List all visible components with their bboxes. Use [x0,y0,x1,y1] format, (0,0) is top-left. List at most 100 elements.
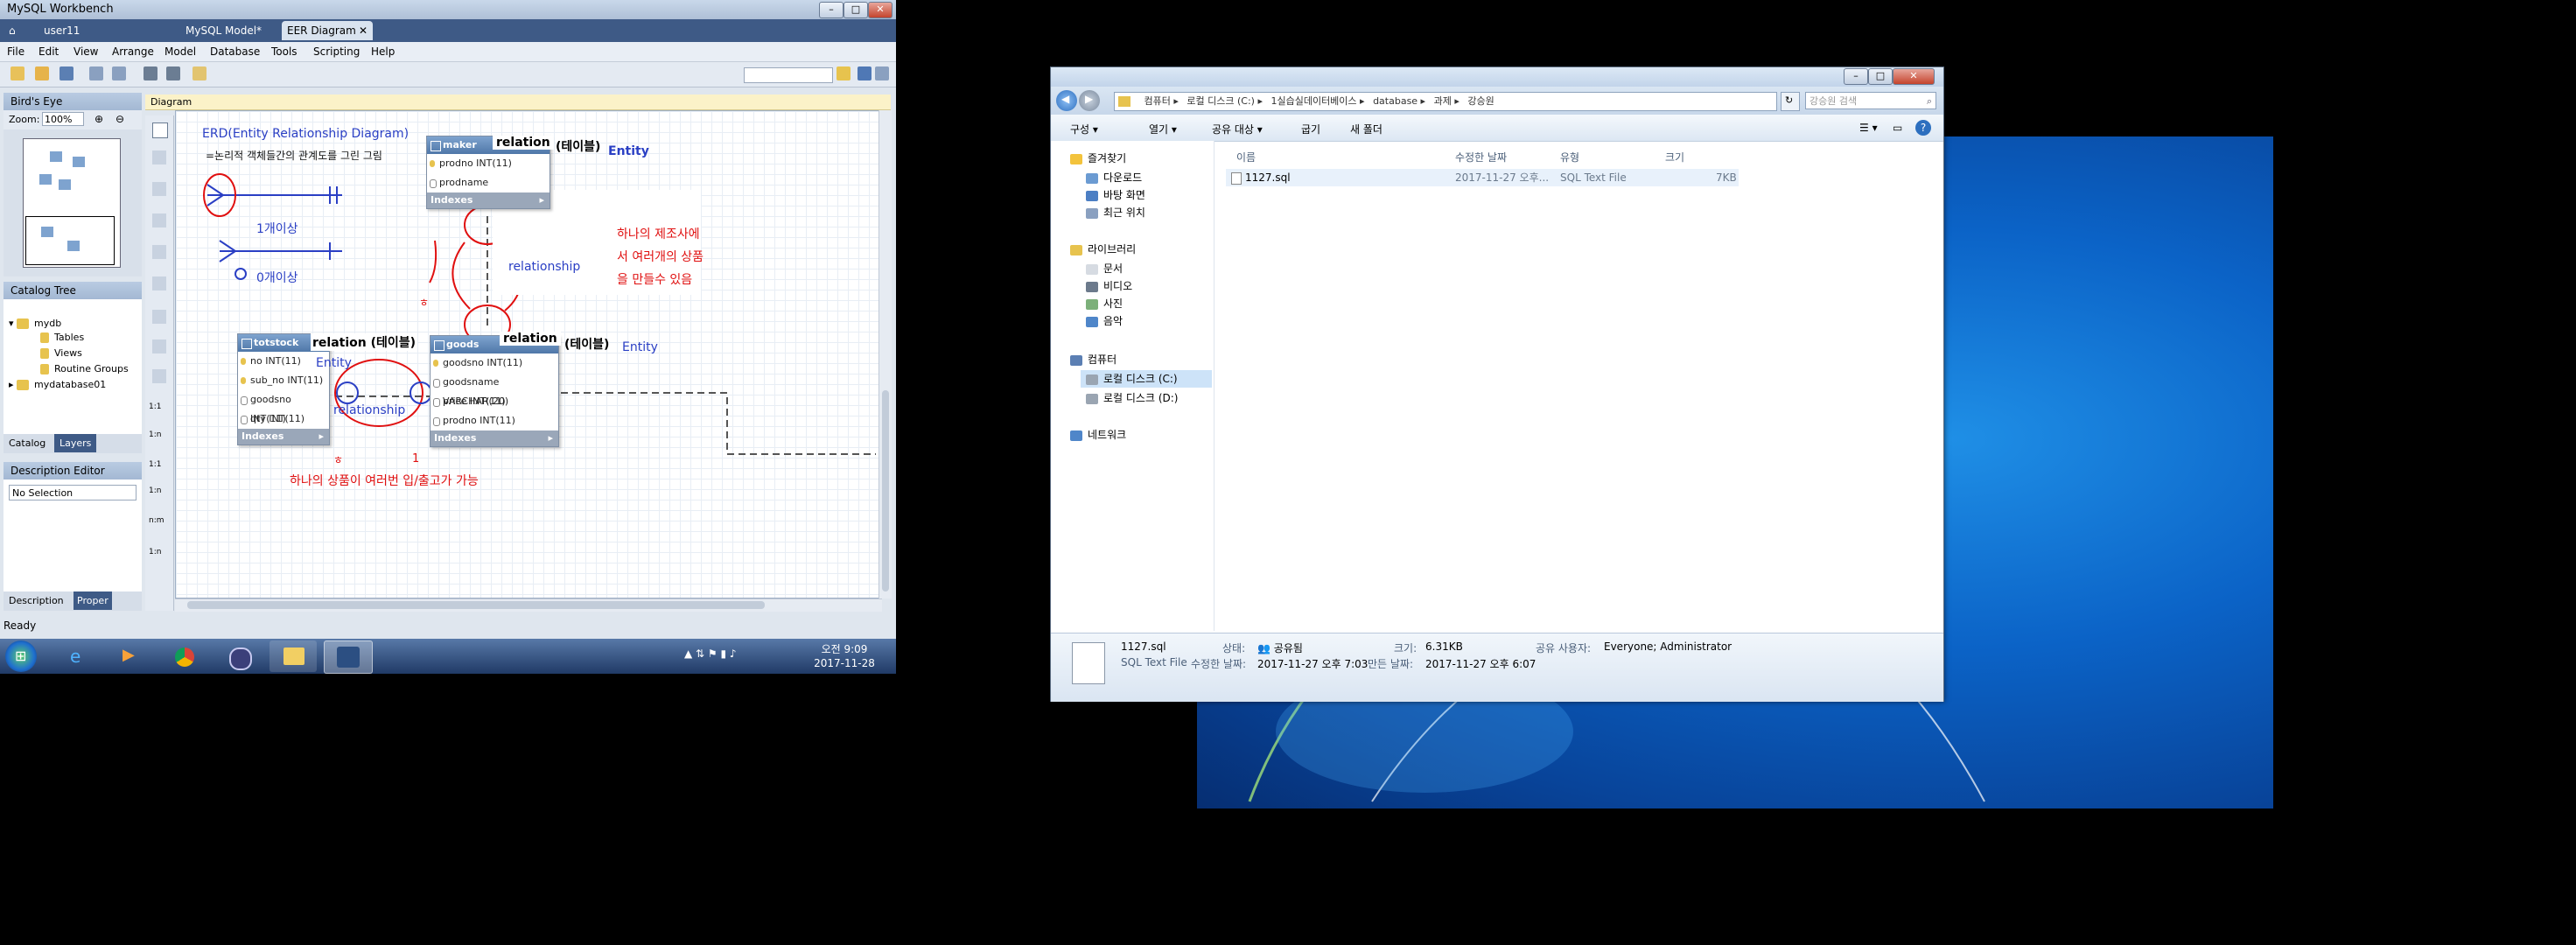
hand-tool-icon[interactable] [152,150,166,164]
breadcrumb-item[interactable]: 컴퓨터 [1144,95,1171,107]
open-button[interactable]: 열기 ▾ [1149,122,1177,136]
taskbar-explorer[interactable] [270,640,317,672]
minimize-button[interactable]: – [819,2,844,18]
export-icon[interactable] [192,66,206,80]
entity-goods[interactable]: goods goodsno INT(11) goodsname VARCHAR(… [430,335,559,447]
start-button[interactable]: ⊞ [5,640,37,672]
note-tool-icon[interactable] [152,245,166,259]
column-row[interactable]: prodno INT(11) [427,154,550,173]
scroll-thumb[interactable] [882,390,889,592]
menu-arrange[interactable]: Arrange [112,42,154,61]
nav-drive-c[interactable]: 로컬 디스크 (C:) [1081,370,1212,388]
breadcrumb-item[interactable]: 1실습실데이터베이스 [1270,95,1356,107]
tab-catalog[interactable]: Catalog [9,438,46,449]
relationship-n-m-tool[interactable]: n:m [149,516,164,525]
table-tool-icon[interactable] [152,310,166,324]
menu-help[interactable]: Help [371,42,395,61]
column-row[interactable]: price INT(11) [430,392,558,411]
viewport-rect[interactable] [25,216,115,265]
open-model-icon[interactable] [35,66,49,80]
refresh-button[interactable]: ↻ [1781,92,1800,111]
nav-network[interactable]: 네트워크 [1070,426,1126,444]
menu-file[interactable]: File [7,42,24,61]
preview-pane-icon[interactable]: ▭ [1893,122,1902,134]
new-folder-button[interactable]: 새 폴더 [1350,122,1382,136]
redo-icon[interactable] [112,66,126,80]
column-modified[interactable]: 수정한 날짜 [1455,150,1507,164]
new-model-icon[interactable] [10,66,24,80]
nav-desktop[interactable]: 바탕 화면 [1086,186,1145,204]
close-button[interactable]: ✕ [1893,68,1935,85]
clock[interactable]: 오전 9:09 2017-11-28 [805,642,884,670]
column-size[interactable]: 크기 [1665,150,1684,164]
search-input[interactable] [744,67,833,83]
scroll-thumb[interactable] [187,601,765,609]
tree-item-views[interactable]: Views [40,345,82,362]
align-grid-icon[interactable] [166,66,180,80]
tab-model[interactable]: MySQL Model* ✕ [180,21,273,56]
menu-scripting[interactable]: Scripting [313,42,360,61]
nav-favorites[interactable]: 즐겨찾기 [1070,150,1126,167]
taskbar-chrome[interactable] [161,640,208,672]
column-row[interactable]: qty INT(11) [238,410,329,429]
menu-tools[interactable]: Tools [271,42,298,61]
image-tool-icon[interactable] [152,276,166,290]
column-row[interactable]: prodno INT(11) [430,411,558,430]
tab-eer-diagram[interactable]: EER Diagram ✕ [282,21,373,40]
eraser-tool-icon[interactable] [152,182,166,196]
indexes-section[interactable]: Indexes ▸ [427,192,550,208]
nav-recent[interactable]: 최근 위치 [1086,204,1145,221]
share-with-button[interactable]: 공유 대상 ▾ [1212,122,1263,136]
layer-tool-icon[interactable] [152,214,166,228]
tab-connection[interactable]: user11 (mydatabase01) ✕ [38,21,170,56]
back-button[interactable]: ◀ [1056,90,1077,111]
object-select[interactable]: No Selection [9,485,136,500]
nav-pictures[interactable]: 사진 [1086,295,1123,312]
nav-videos[interactable]: 비디오 [1086,277,1132,295]
taskbar-workbench[interactable] [324,640,373,674]
tab-layers[interactable]: Layers [54,434,97,452]
nav-libraries[interactable]: 라이브러리 [1070,241,1136,258]
tab-properties[interactable]: Proper [74,592,112,610]
close-button[interactable]: ✕ [868,2,892,18]
diagram-canvas[interactable]: ERD(Entity Relationship Diagram) =논리적 객체… [175,110,882,598]
zoom-out-icon[interactable]: ⊖ [116,113,124,125]
search-input[interactable]: 강승원 검색 ⌕ [1805,92,1936,109]
zoom-in-icon[interactable]: ⊕ [94,113,103,125]
pointer-tool-icon[interactable] [152,122,168,138]
minimize-button[interactable]: – [1844,68,1868,85]
routine-tool-icon[interactable] [152,369,166,383]
menu-database[interactable]: Database [210,42,260,61]
relationship-1-n-tool[interactable]: 1:n [149,430,161,439]
burn-button[interactable]: 굽기 [1301,122,1320,136]
breadcrumb-item[interactable]: database [1373,95,1418,107]
nav-documents[interactable]: 문서 [1086,260,1123,277]
vertical-scrollbar[interactable] [878,110,892,598]
maximize-button[interactable]: □ [1868,68,1893,85]
menu-model[interactable]: Model [164,42,196,61]
toggle-panel-icon[interactable] [875,66,889,80]
taskbar-media-player[interactable]: ▶ [107,640,154,672]
tree-item-tables[interactable]: Tables [40,329,84,346]
column-row[interactable]: prodname VARCHAR(30) [427,173,550,207]
breadcrumb-item[interactable]: 과제 [1434,95,1452,107]
network-icon[interactable]: ▲ ⇅ ⚑ ▮ ♪ [684,648,737,660]
nav-music[interactable]: 음악 [1086,312,1123,330]
nav-drive-d[interactable]: 로컬 디스크 (D:) [1086,389,1178,407]
column-name[interactable]: 이름 [1236,150,1256,164]
nav-downloads[interactable]: 다운로드 [1086,169,1142,186]
close-tab-icon[interactable]: ✕ [359,21,368,40]
zoom-select[interactable]: 100% [42,112,84,126]
file-row[interactable]: 1127.sql 2017-11-27 오후... SQL Text File … [1226,169,1739,186]
undo-icon[interactable] [89,66,103,80]
view-options-icon[interactable]: ☰ ▾ [1859,122,1878,134]
menu-edit[interactable]: Edit [38,42,59,61]
relationship-1-1-nonid-tool[interactable]: 1:1 [149,460,161,469]
breadcrumb-item[interactable]: 로컬 디스크 (C:) [1186,95,1255,107]
toggle-grid-icon[interactable] [144,66,158,80]
horizontal-scrollbar[interactable] [175,598,882,612]
save-icon[interactable] [60,66,74,80]
nav-computer[interactable]: 컴퓨터 [1070,351,1116,368]
view-tool-icon[interactable] [152,340,166,354]
breadcrumb[interactable]: 컴퓨터 ▸ 로컬 디스크 (C:) ▸ 1실습실데이터베이스 ▸ databas… [1114,92,1777,111]
